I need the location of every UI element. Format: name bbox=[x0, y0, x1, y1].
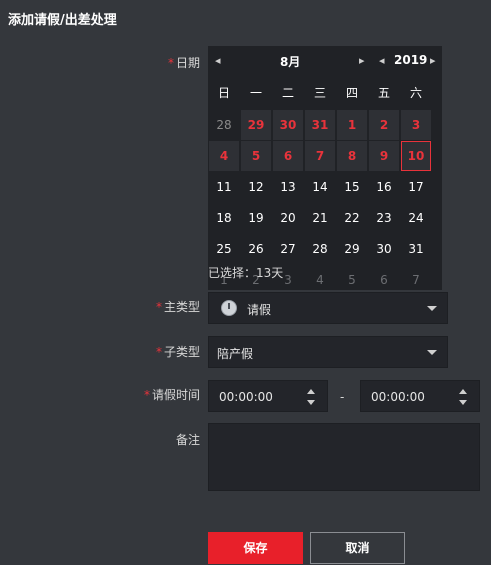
calendar-day[interactable]: 7 bbox=[305, 141, 335, 171]
calendar-day[interactable]: 6 bbox=[369, 265, 399, 295]
calendar-day[interactable]: 14 bbox=[305, 172, 335, 202]
calendar-day[interactable]: 22 bbox=[337, 203, 367, 233]
prev-month-icon[interactable]: ◂ bbox=[215, 54, 221, 67]
calendar-day[interactable]: 19 bbox=[241, 203, 271, 233]
calendar-day[interactable]: 8 bbox=[337, 141, 367, 171]
calendar-day[interactable]: 4 bbox=[209, 141, 239, 171]
main-type-select[interactable]: 请假 bbox=[208, 292, 448, 324]
chevron-down-icon[interactable] bbox=[427, 350, 437, 355]
calendar-day[interactable]: 28 bbox=[209, 110, 239, 140]
calendar-day[interactable]: 29 bbox=[337, 234, 367, 264]
calendar-day[interactable]: 13 bbox=[273, 172, 303, 202]
spin-up-icon[interactable] bbox=[307, 389, 315, 394]
calendar-day[interactable]: 25 bbox=[209, 234, 239, 264]
sub-type-value: 陪产假 bbox=[217, 347, 254, 361]
calendar-day[interactable]: 31 bbox=[305, 110, 335, 140]
calendar-day[interactable]: 23 bbox=[369, 203, 399, 233]
calendar-day[interactable]: 16 bbox=[369, 172, 399, 202]
sub-type-label: * 子类型 bbox=[0, 343, 200, 360]
calendar-day[interactable]: 24 bbox=[401, 203, 431, 233]
weekday-header: 五 bbox=[377, 86, 390, 100]
leave-time-label-text: 请假时间 bbox=[151, 388, 200, 402]
date-label: * 日期 bbox=[0, 54, 200, 71]
calendar-day[interactable]: 26 bbox=[241, 234, 271, 264]
weekday-header: 一 bbox=[249, 86, 262, 100]
sub-type-select[interactable]: 陪产假 bbox=[208, 336, 448, 368]
cancel-button[interactable]: 取消 bbox=[310, 532, 405, 564]
date-label-text: 日期 bbox=[175, 56, 200, 70]
calendar-day[interactable]: 30 bbox=[273, 110, 303, 140]
time-separator: - bbox=[340, 390, 345, 404]
chevron-down-icon[interactable] bbox=[427, 306, 437, 311]
weekday-header: 二 bbox=[281, 86, 294, 100]
spin-up-icon[interactable] bbox=[459, 389, 467, 394]
main-type-label-text: 主类型 bbox=[163, 300, 200, 314]
calendar-header: ◂ 8月 ▸ ◂ 2019 ▸ bbox=[208, 46, 442, 76]
calendar-day[interactable]: 6 bbox=[273, 141, 303, 171]
calendar-year: 2019 bbox=[394, 53, 428, 67]
date-calendar[interactable]: ◂ 8月 ▸ ◂ 2019 ▸ 日一二三四五六 28 29 30 31 1 2 3 4 5 6 7 8… bbox=[208, 46, 442, 290]
calendar-month: 8月 bbox=[280, 55, 301, 69]
main-type-label: * 主类型 bbox=[0, 298, 200, 315]
calendar-day[interactable]: 4 bbox=[305, 265, 335, 295]
calendar-day[interactable]: 5 bbox=[337, 265, 367, 295]
end-time-input[interactable]: 00:00:00 bbox=[360, 380, 480, 412]
end-time-value: 00:00:00 bbox=[371, 390, 425, 404]
next-year-icon[interactable]: ▸ bbox=[430, 54, 436, 67]
calendar-day[interactable]: 10 bbox=[401, 141, 431, 171]
sub-type-label-text: 子类型 bbox=[163, 345, 200, 359]
spin-down-icon[interactable] bbox=[307, 400, 315, 405]
calendar-day[interactable]: 9 bbox=[369, 141, 399, 171]
calendar-day[interactable]: 29 bbox=[241, 110, 271, 140]
remark-textarea[interactable] bbox=[208, 423, 480, 491]
main-type-value: 请假 bbox=[247, 303, 272, 317]
spin-down-icon[interactable] bbox=[459, 400, 467, 405]
required-mark: * bbox=[167, 56, 174, 70]
calendar-day[interactable]: 11 bbox=[209, 172, 239, 202]
calendar-day[interactable]: 21 bbox=[305, 203, 335, 233]
calendar-day[interactable]: 31 bbox=[401, 234, 431, 264]
weekday-header: 三 bbox=[313, 86, 326, 100]
calendar-day[interactable]: 28 bbox=[305, 234, 335, 264]
selected-days-info: 已选择：13天 bbox=[208, 266, 284, 280]
weekday-header: 四 bbox=[345, 86, 358, 100]
clock-icon bbox=[221, 300, 237, 316]
next-month-icon[interactable]: ▸ bbox=[359, 54, 365, 67]
dialog-title: 添加请假/出差处理 bbox=[8, 13, 117, 28]
save-button[interactable]: 保存 bbox=[208, 532, 303, 564]
calendar-day[interactable]: 5 bbox=[241, 141, 271, 171]
prev-year-icon[interactable]: ◂ bbox=[379, 54, 385, 67]
calendar-day[interactable]: 20 bbox=[273, 203, 303, 233]
calendar-day[interactable]: 27 bbox=[273, 234, 303, 264]
leave-time-label: * 请假时间 bbox=[0, 386, 200, 403]
weekday-header: 六 bbox=[409, 86, 422, 100]
required-mark: * bbox=[155, 300, 162, 314]
start-time-value: 00:00:00 bbox=[219, 390, 273, 404]
calendar-day[interactable]: 3 bbox=[401, 110, 431, 140]
calendar-day[interactable]: 2 bbox=[369, 110, 399, 140]
calendar-day[interactable]: 12 bbox=[241, 172, 271, 202]
calendar-day[interactable]: 1 bbox=[337, 110, 367, 140]
calendar-day[interactable]: 17 bbox=[401, 172, 431, 202]
start-time-input[interactable]: 00:00:00 bbox=[208, 380, 328, 412]
required-mark: * bbox=[143, 388, 150, 402]
remark-label: 备注 bbox=[175, 433, 200, 447]
calendar-day[interactable]: 18 bbox=[209, 203, 239, 233]
calendar-day[interactable]: 15 bbox=[337, 172, 367, 202]
calendar-day[interactable]: 7 bbox=[401, 265, 431, 295]
required-mark: * bbox=[155, 345, 162, 359]
weekday-header: 日 bbox=[217, 86, 230, 100]
calendar-day[interactable]: 30 bbox=[369, 234, 399, 264]
